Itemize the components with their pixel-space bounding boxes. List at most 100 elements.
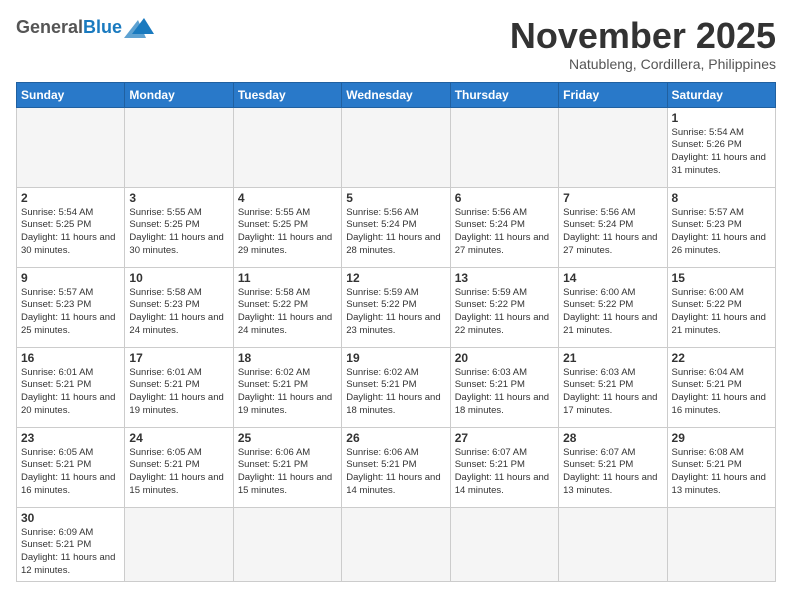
- calendar-day-cell: [450, 107, 558, 187]
- day-info: Sunrise: 5:59 AMSunset: 5:22 PMDaylight:…: [455, 287, 554, 338]
- calendar-day-cell: 30Sunrise: 6:09 AMSunset: 5:21 PMDayligh…: [17, 507, 125, 581]
- day-info: Sunrise: 6:01 AMSunset: 5:21 PMDaylight:…: [129, 367, 228, 418]
- calendar-day-cell: 3Sunrise: 5:55 AMSunset: 5:25 PMDaylight…: [125, 187, 233, 267]
- calendar-day-cell: 11 Sunrise: 5:58 AMSunset: 5:22 PMDayligh…: [233, 267, 341, 347]
- calendar-day-cell: [450, 507, 558, 581]
- day-number: 28: [563, 431, 662, 445]
- calendar-day-cell: [342, 107, 450, 187]
- logo: General Blue: [16, 16, 154, 38]
- day-info: Sunrise: 6:01 AMSunset: 5:21 PMDaylight:…: [21, 367, 120, 418]
- day-number: 13: [455, 271, 554, 285]
- day-info: Sunrise: 6:00 AMSunset: 5:22 PMDaylight:…: [563, 287, 662, 338]
- day-info: Sunrise: 6:07 AMSunset: 5:21 PMDaylight:…: [455, 447, 554, 498]
- day-number: 10: [129, 271, 228, 285]
- weekday-header-thursday: Thursday: [450, 82, 558, 107]
- day-number: 8: [672, 191, 771, 205]
- calendar-day-cell: 1Sunrise: 5:54 AMSunset: 5:26 PMDaylight…: [667, 107, 775, 187]
- day-info: Sunrise: 6:06 AMSunset: 5:21 PMDaylight:…: [346, 447, 445, 498]
- calendar-day-cell: 15Sunrise: 6:00 AMSunset: 5:22 PMDayligh…: [667, 267, 775, 347]
- day-info: Sunrise: 5:54 AMSunset: 5:26 PMDaylight:…: [672, 127, 771, 178]
- calendar-day-cell: 7Sunrise: 5:56 AMSunset: 5:24 PMDaylight…: [559, 187, 667, 267]
- calendar-week-row: 16Sunrise: 6:01 AMSunset: 5:21 PMDayligh…: [17, 347, 776, 427]
- calendar-day-cell: 19 Sunrise: 6:02 AMSunset: 5:21 PMDayligh…: [342, 347, 450, 427]
- day-number: 22: [672, 351, 771, 365]
- day-number: 18: [238, 351, 337, 365]
- calendar-week-row: 30Sunrise: 6:09 AMSunset: 5:21 PMDayligh…: [17, 507, 776, 581]
- location-text: Natubleng, Cordillera, Philippines: [510, 56, 776, 72]
- weekday-header-saturday: Saturday: [667, 82, 775, 107]
- calendar-day-cell: 28 Sunrise: 6:07 AMSunset: 5:21 PMDayligh…: [559, 427, 667, 507]
- day-number: 7: [563, 191, 662, 205]
- weekday-header-sunday: Sunday: [17, 82, 125, 107]
- day-number: 2: [21, 191, 120, 205]
- day-info: Sunrise: 6:07 AMSunset: 5:21 PMDaylight:…: [563, 447, 662, 498]
- day-number: 5: [346, 191, 445, 205]
- calendar-day-cell: [559, 507, 667, 581]
- calendar-day-cell: 27Sunrise: 6:07 AMSunset: 5:21 PMDayligh…: [450, 427, 558, 507]
- day-info: Sunrise: 6:03 AMSunset: 5:21 PMDaylight:…: [455, 367, 554, 418]
- logo-blue-text: Blue: [83, 17, 122, 38]
- weekday-header-monday: Monday: [125, 82, 233, 107]
- calendar-day-cell: 5 Sunrise: 5:56 AMSunset: 5:24 PMDaylight…: [342, 187, 450, 267]
- day-number: 24: [129, 431, 228, 445]
- day-number: 21: [563, 351, 662, 365]
- calendar-day-cell: [342, 507, 450, 581]
- day-number: 9: [21, 271, 120, 285]
- day-info: Sunrise: 6:02 AMSunset: 5:21 PMDaylight:…: [346, 367, 445, 418]
- day-info: Sunrise: 6:04 AMSunset: 5:21 PMDaylight:…: [672, 367, 771, 418]
- calendar-table: SundayMondayTuesdayWednesdayThursdayFrid…: [16, 82, 776, 582]
- calendar-day-cell: 23 Sunrise: 6:05 AMSunset: 5:21 PMDayligh…: [17, 427, 125, 507]
- day-info: Sunrise: 5:57 AMSunset: 5:23 PMDaylight:…: [672, 207, 771, 258]
- weekday-header-row: SundayMondayTuesdayWednesdayThursdayFrid…: [17, 82, 776, 107]
- calendar-day-cell: [559, 107, 667, 187]
- day-info: Sunrise: 6:02 AMSunset: 5:21 PMDaylight:…: [238, 367, 337, 418]
- day-number: 4: [238, 191, 337, 205]
- calendar-day-cell: 24 Sunrise: 6:05 AMSunset: 5:21 PMDayligh…: [125, 427, 233, 507]
- day-number: 12: [346, 271, 445, 285]
- calendar-day-cell: 25 Sunrise: 6:06 AMSunset: 5:21 PMDayligh…: [233, 427, 341, 507]
- day-number: 29: [672, 431, 771, 445]
- day-info: Sunrise: 6:05 AMSunset: 5:21 PMDaylight:…: [21, 447, 120, 498]
- calendar-day-cell: 26 Sunrise: 6:06 AMSunset: 5:21 PMDayligh…: [342, 427, 450, 507]
- day-info: Sunrise: 5:55 AMSunset: 5:25 PMDaylight:…: [238, 207, 337, 258]
- calendar-day-cell: 17Sunrise: 6:01 AMSunset: 5:21 PMDayligh…: [125, 347, 233, 427]
- day-info: Sunrise: 6:00 AMSunset: 5:22 PMDaylight:…: [672, 287, 771, 338]
- day-info: Sunrise: 5:56 AMSunset: 5:24 PMDaylight:…: [455, 207, 554, 258]
- day-number: 19: [346, 351, 445, 365]
- day-info: Sunrise: 6:03 AMSunset: 5:21 PMDaylight:…: [563, 367, 662, 418]
- page-header: General Blue November 2025 Natubleng, Co…: [16, 16, 776, 72]
- calendar-day-cell: [17, 107, 125, 187]
- calendar-day-cell: 4 Sunrise: 5:55 AMSunset: 5:25 PMDaylight…: [233, 187, 341, 267]
- day-number: 6: [455, 191, 554, 205]
- calendar-day-cell: 9Sunrise: 5:57 AMSunset: 5:23 PMDaylight…: [17, 267, 125, 347]
- calendar-day-cell: 22 Sunrise: 6:04 AMSunset: 5:21 PMDayligh…: [667, 347, 775, 427]
- day-number: 25: [238, 431, 337, 445]
- day-info: Sunrise: 6:05 AMSunset: 5:21 PMDaylight:…: [129, 447, 228, 498]
- calendar-week-row: 23 Sunrise: 6:05 AMSunset: 5:21 PMDayligh…: [17, 427, 776, 507]
- day-info: Sunrise: 6:09 AMSunset: 5:21 PMDaylight:…: [21, 527, 120, 578]
- logo-icon: [124, 16, 154, 38]
- calendar-week-row: 1Sunrise: 5:54 AMSunset: 5:26 PMDaylight…: [17, 107, 776, 187]
- calendar-day-cell: 2Sunrise: 5:54 AMSunset: 5:25 PMDaylight…: [17, 187, 125, 267]
- day-info: Sunrise: 5:58 AMSunset: 5:22 PMDaylight:…: [238, 287, 337, 338]
- day-number: 26: [346, 431, 445, 445]
- calendar-day-cell: [125, 107, 233, 187]
- day-number: 20: [455, 351, 554, 365]
- calendar-day-cell: 20 Sunrise: 6:03 AMSunset: 5:21 PMDayligh…: [450, 347, 558, 427]
- day-info: Sunrise: 6:06 AMSunset: 5:21 PMDaylight:…: [238, 447, 337, 498]
- day-number: 23: [21, 431, 120, 445]
- day-number: 3: [129, 191, 228, 205]
- month-year-title: November 2025: [510, 16, 776, 56]
- calendar-day-cell: 13 Sunrise: 5:59 AMSunset: 5:22 PMDayligh…: [450, 267, 558, 347]
- day-info: Sunrise: 5:56 AMSunset: 5:24 PMDaylight:…: [346, 207, 445, 258]
- calendar-week-row: 2Sunrise: 5:54 AMSunset: 5:25 PMDaylight…: [17, 187, 776, 267]
- weekday-header-tuesday: Tuesday: [233, 82, 341, 107]
- calendar-day-cell: [233, 107, 341, 187]
- calendar-week-row: 9Sunrise: 5:57 AMSunset: 5:23 PMDaylight…: [17, 267, 776, 347]
- calendar-day-cell: 14 Sunrise: 6:00 AMSunset: 5:22 PMDayligh…: [559, 267, 667, 347]
- calendar-day-cell: 8 Sunrise: 5:57 AMSunset: 5:23 PMDaylight…: [667, 187, 775, 267]
- day-number: 11: [238, 271, 337, 285]
- calendar-day-cell: [233, 507, 341, 581]
- calendar-day-cell: 12Sunrise: 5:59 AMSunset: 5:22 PMDayligh…: [342, 267, 450, 347]
- day-number: 14: [563, 271, 662, 285]
